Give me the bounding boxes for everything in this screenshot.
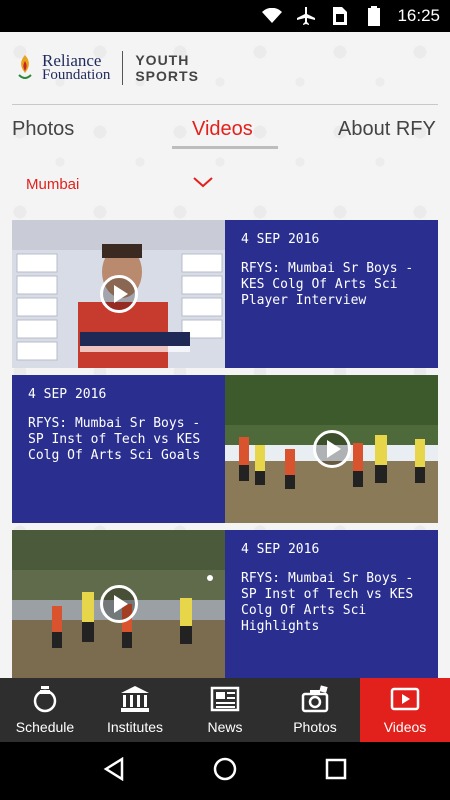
video-card[interactable]: 4 SEP 2016 RFYS: Mumbai Sr Boys - SP Ins…: [12, 530, 438, 678]
bottom-navigation: Schedule Institutes News Photos Videos: [0, 678, 450, 742]
camera-photos-icon: [300, 685, 330, 713]
video-date: 4 SEP 2016: [241, 232, 320, 247]
nav-institutes[interactable]: Institutes: [90, 678, 180, 742]
flame-logo-icon: [14, 53, 36, 83]
status-bar: 16:25: [0, 0, 450, 32]
city-dropdown-value: Mumbai: [26, 176, 80, 193]
nav-photos[interactable]: Photos: [270, 678, 360, 742]
video-card[interactable]: 4 SEP 2016 RFYS: Mumbai Sr Boys - SP Ins…: [12, 375, 438, 523]
nav-label: News: [207, 719, 243, 735]
institution-icon: [120, 685, 150, 713]
video-info: 4 SEP 2016 RFYS: Mumbai Sr Boys - KES Co…: [225, 220, 438, 368]
video-info: 4 SEP 2016 RFYS: Mumbai Sr Boys - SP Ins…: [225, 530, 438, 678]
video-title: RFYS: Mumbai Sr Boys - SP Inst of Tech v…: [28, 416, 201, 463]
sim-icon: [329, 5, 351, 27]
nav-label: Videos: [383, 719, 427, 735]
back-icon[interactable]: [103, 756, 125, 786]
tab-indicator: [172, 146, 278, 149]
play-button-icon[interactable]: [99, 585, 138, 623]
airplane-icon: [295, 5, 317, 27]
nav-schedule[interactable]: Schedule: [0, 678, 90, 742]
nav-label: Schedule: [15, 719, 75, 735]
brand-line-2: SPORTS: [135, 68, 199, 84]
system-navigation-bar: [0, 742, 450, 800]
city-dropdown[interactable]: Mumbai: [12, 166, 438, 202]
youth-sports-logo: YOUTH SPORTS: [135, 52, 199, 84]
play-button-icon[interactable]: [99, 275, 138, 313]
header-divider: [12, 104, 438, 105]
video-icon: [390, 685, 420, 713]
nav-label: Photos: [293, 719, 337, 735]
home-icon[interactable]: [212, 756, 238, 787]
clock: 16:25: [397, 6, 440, 25]
tab-photos[interactable]: Photos: [12, 118, 74, 141]
logo-line-2: Foundation: [42, 67, 111, 83]
tab-about-rfy[interactable]: About RFY: [338, 118, 436, 141]
tab-videos[interactable]: Videos: [192, 118, 253, 141]
nav-label: Institutes: [106, 719, 164, 735]
stopwatch-icon: [30, 685, 60, 713]
nav-videos[interactable]: Videos: [360, 678, 450, 742]
nav-news[interactable]: News: [180, 678, 270, 742]
logo-line-1: Reliance: [42, 51, 102, 70]
video-date: 4 SEP 2016: [241, 542, 320, 557]
brand-line-1: YOUTH: [135, 52, 190, 68]
app-header: Reliance Foundation YOUTH SPORTS: [0, 32, 450, 104]
video-title: RFYS: Mumbai Sr Boys - KES Colg Of Arts …: [241, 261, 414, 308]
video-thumbnail[interactable]: [225, 375, 438, 523]
reliance-foundation-logo: Reliance Foundation: [14, 51, 111, 83]
play-button-icon[interactable]: [312, 430, 351, 468]
logo-divider: [122, 51, 124, 85]
video-info: 4 SEP 2016 RFYS: Mumbai Sr Boys - SP Ins…: [12, 375, 225, 523]
newspaper-icon: [210, 685, 240, 713]
video-thumbnail[interactable]: [12, 530, 225, 678]
video-date: 4 SEP 2016: [28, 387, 107, 402]
chevron-down-icon: [192, 174, 214, 190]
video-thumbnail[interactable]: [12, 220, 225, 368]
battery-icon: [363, 5, 385, 27]
video-title: RFYS: Mumbai Sr Boys - SP Inst of Tech v…: [241, 571, 414, 634]
recents-icon[interactable]: [325, 758, 347, 785]
video-card[interactable]: 4 SEP 2016 RFYS: Mumbai Sr Boys - KES Co…: [12, 220, 438, 368]
wifi-icon: [261, 5, 283, 27]
